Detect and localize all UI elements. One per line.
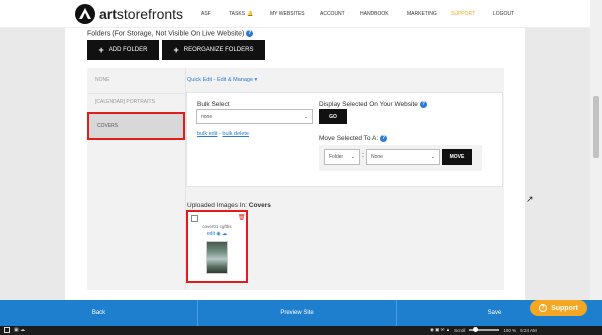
tray-icons[interactable]: ◉ ▣ ✉ ▲: [430, 327, 450, 333]
os-taskbar: ▣ ☁ ◉ ▣ ✉ ▲ Scroll 100 % 5:24 AM: [0, 326, 602, 335]
reorganize-folders-button[interactable]: + REORGANIZE FOLDERS: [162, 40, 265, 60]
plus-icon: +: [98, 45, 104, 55]
trash-icon[interactable]: 🗑: [238, 214, 246, 221]
folders-heading: Folders (For Storage, Not Visible On Liv…: [87, 30, 254, 38]
scrollbar-thumb[interactable]: [593, 96, 599, 158]
page-scrollbar[interactable]: [590, 0, 602, 300]
help-icon[interactable]: ?: [380, 135, 388, 142]
chevron-down-icon: ⌄: [430, 154, 435, 160]
edit-link[interactable]: edit: [207, 231, 215, 237]
scroll-label: Scroll: [454, 327, 466, 333]
brand-logo[interactable]: artstorefronts: [75, 4, 183, 24]
bulk-select-value: none: [201, 113, 213, 120]
move-target-value: None: [371, 154, 383, 160]
nav-account[interactable]: ACCOUNT: [320, 11, 345, 17]
folder-item-covers[interactable]: COVERS: [87, 112, 185, 140]
folder-list: NONE [CALENDAR] PORTRAITS COVERS: [87, 68, 185, 290]
brand-icon: [75, 4, 95, 24]
folders-heading-text: Folders (For Storage, Not Visible On Liv…: [87, 30, 245, 38]
add-folder-button[interactable]: + ADD FOLDER: [87, 40, 159, 60]
image-actions: edit ◉ ☁: [188, 231, 246, 237]
quick-edit-menu[interactable]: Quick Edit - Edit & Manage ▾: [187, 77, 257, 83]
zoom-level: 100 %: [503, 327, 517, 333]
preview-site-button[interactable]: Preview Site: [197, 300, 397, 326]
uploaded-folder-name: Covers: [248, 202, 271, 209]
chevron-down-icon: ⌄: [303, 113, 308, 120]
zoom-slider-thumb[interactable]: [473, 327, 479, 332]
nav-support[interactable]: SUPPORT: [451, 11, 475, 17]
question-icon: ?: [539, 304, 548, 312]
brand-name: artstorefronts: [99, 6, 184, 22]
bulk-edit-link[interactable]: bulk edit: [197, 131, 218, 137]
nav-handbook[interactable]: HANDBOOK: [360, 11, 389, 17]
bulk-delete-link[interactable]: bulk delete: [222, 131, 249, 137]
move-type-dropdown[interactable]: Folder ⌄: [324, 149, 360, 165]
bell-icon: 🔔: [247, 11, 254, 17]
go-button[interactable]: GO: [319, 109, 347, 124]
move-selected-label: Move Selected To A:?: [319, 135, 388, 143]
image-card[interactable]: 🗑 cover01 cgftbs edit ◉ ☁: [186, 210, 248, 283]
top-nav: artstorefronts ASF TASKS 🔔 MY WEBSITES AC…: [0, 0, 590, 28]
reorganize-folders-label: REORGANIZE FOLDERS: [183, 47, 254, 53]
nav-my-websites[interactable]: MY WEBSITES: [270, 11, 305, 17]
move-type-value: Folder: [329, 154, 344, 160]
clock: 5:24 AM: [520, 327, 537, 333]
nav-tasks[interactable]: TASKS 🔔: [229, 11, 253, 17]
help-icon[interactable]: ?: [246, 30, 254, 37]
bulk-select-label: Bulk Select: [197, 101, 230, 108]
support-label: Support: [551, 304, 578, 312]
nav-marketing[interactable]: MARKETING: [407, 11, 437, 17]
nav-logout[interactable]: LOGOUT: [493, 11, 514, 17]
add-folder-label: ADD FOLDER: [108, 47, 148, 53]
image-thumbnail[interactable]: [206, 241, 228, 274]
nav-asf[interactable]: ASF: [201, 11, 211, 17]
taskbar-tray: ◉ ▣ ✉ ▲ Scroll 100 % 5:24 AM: [430, 327, 537, 333]
image-name: cover01 cgftbs: [202, 224, 232, 229]
zoom-slider[interactable]: [469, 327, 500, 332]
move-selected-text: Move Selected To A:: [319, 135, 379, 143]
taskbar-app-icons[interactable]: ▣ ☁: [14, 327, 25, 333]
page-margin-left: [0, 0, 65, 300]
move-button[interactable]: MOVE: [442, 149, 472, 165]
uploaded-images-heading: Uploaded Images In: Covers: [187, 202, 271, 209]
eye-icon[interactable]: ◉: [216, 231, 220, 237]
bulk-select-dropdown[interactable]: none ⌄: [196, 109, 313, 124]
display-selected-text: Display Selected On Your Website: [319, 101, 418, 109]
mouse-cursor-icon: ↗: [526, 194, 534, 204]
move-target-dropdown[interactable]: None ⌄: [366, 149, 440, 165]
support-button[interactable]: ? Support: [530, 300, 587, 316]
page-margin-right: [525, 0, 590, 300]
uploaded-prefix: Uploaded Images In:: [187, 202, 249, 209]
display-selected-label: Display Selected On Your Website?: [319, 101, 427, 108]
help-icon[interactable]: ?: [419, 101, 427, 108]
image-select-checkbox[interactable]: [191, 215, 198, 222]
plus-icon: +: [173, 45, 179, 55]
start-icon[interactable]: [4, 327, 10, 333]
chevron-down-icon: ⌄: [350, 154, 355, 160]
cloud-icon[interactable]: ☁: [222, 231, 227, 237]
bottom-action-bar: Back Preview Site Save: [0, 300, 602, 326]
bulk-links: bulk edit - bulk delete: [197, 131, 249, 137]
back-button[interactable]: Back: [0, 300, 197, 326]
move-colon: :: [362, 152, 364, 159]
